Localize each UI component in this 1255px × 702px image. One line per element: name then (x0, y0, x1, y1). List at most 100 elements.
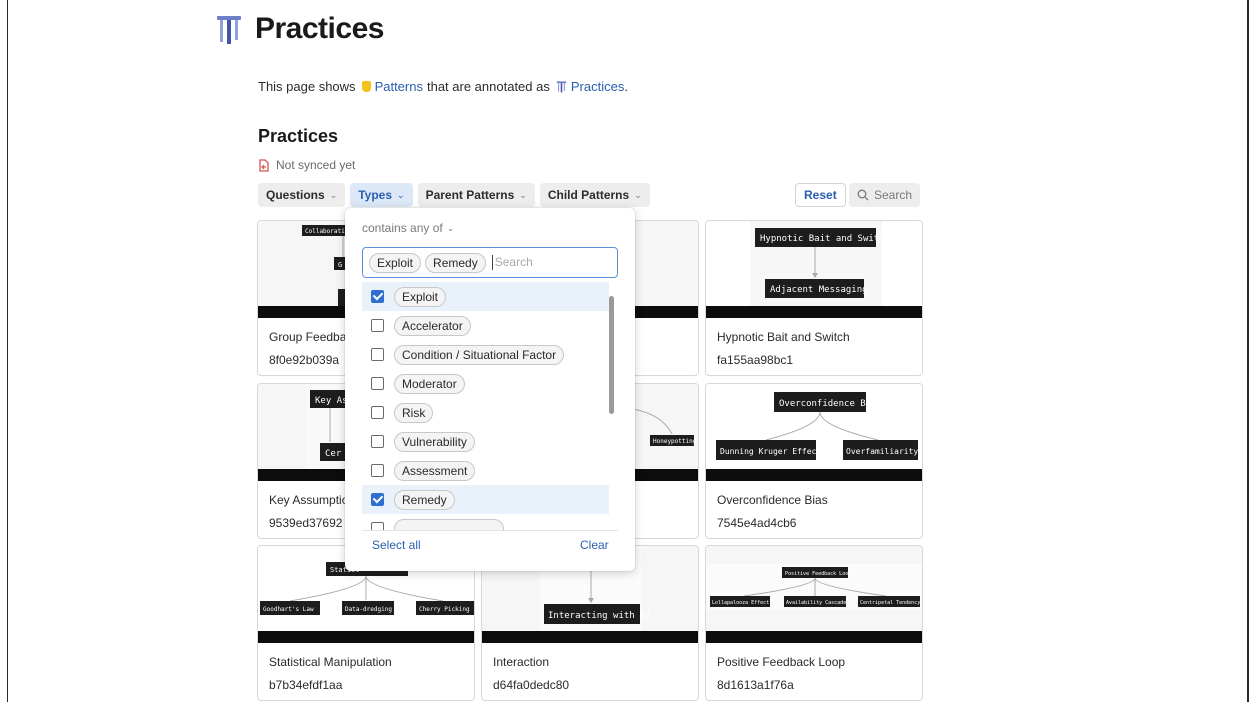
selected-pill[interactable]: Exploit (369, 252, 422, 273)
card-thumbnail-bar (258, 631, 474, 643)
card-thumbnail: Overconfidence Bias Dunning Kruger Effec… (706, 384, 922, 469)
sync-status-label: Not synced yet (276, 158, 356, 172)
svg-text:Honeypotting: Honeypotting (653, 438, 697, 445)
filter-types[interactable]: Types ⌄ (350, 183, 413, 207)
intro-middle: that are annotated as (426, 79, 550, 94)
svg-text:Lollapalooza Effect: Lollapalooza Effect (712, 600, 769, 606)
card-title: Positive Feedback Loop (717, 655, 846, 669)
option-label: Exploit (394, 286, 447, 307)
option-risk[interactable]: Risk (362, 398, 609, 427)
svg-text:Overfamiliarity: Overfamiliarity (846, 447, 918, 456)
types-search-input[interactable]: Exploit Remedy Search (362, 247, 618, 278)
checkbox[interactable] (371, 493, 384, 506)
option-label: Condition / Situational Factor (394, 344, 565, 365)
option-moderator[interactable]: Moderator (362, 369, 609, 398)
option-label: Assessment (394, 460, 476, 481)
page-title: Practices (255, 12, 384, 45)
card-id: 8d1613a1f76a (717, 678, 794, 692)
filter-questions[interactable]: Questions ⌄ (258, 183, 346, 207)
chevron-down-icon: ⌄ (519, 189, 527, 200)
practice-icon (556, 81, 567, 93)
practice-icon (217, 16, 241, 44)
svg-text:Dunning Kruger Effect: Dunning Kruger Effect (720, 447, 821, 456)
svg-text:Interacting with AI: Interacting with AI (548, 611, 651, 621)
chevron-down-icon: ⌄ (446, 222, 455, 233)
card-title: Key Assumptio (269, 493, 349, 507)
page-header: Practices (215, 12, 384, 46)
practices-link[interactable]: Practices (571, 79, 624, 94)
filter-label: Types (358, 188, 393, 202)
card-id: d64fa0dedc80 (493, 678, 570, 692)
card-id: b7b34efdf1aa (269, 678, 343, 692)
filter-bar: Questions ⌄ Types ⌄ Parent Patterns ⌄ Ch… (258, 183, 650, 207)
clear-button[interactable]: Clear (580, 538, 609, 552)
pattern-tag-icon (361, 81, 371, 92)
card-thumbnail: Positive Feedback Loop Lollapalooza Effe… (706, 546, 922, 631)
card-title: Hypnotic Bait and Switch (717, 330, 850, 344)
option-label: Remedy (394, 489, 455, 510)
card-thumbnail-bar (706, 469, 922, 481)
card-title: Group Feedba (269, 330, 347, 344)
svg-text:Goodhart's Law: Goodhart's Law (263, 606, 314, 613)
checkbox[interactable] (371, 464, 384, 477)
chevron-down-icon: ⌄ (329, 189, 338, 200)
card-id: 8f0e92b039a (269, 353, 340, 367)
window-border-right (1247, 0, 1249, 702)
filter-label: Parent Patterns (425, 188, 515, 202)
checkbox[interactable] (371, 348, 384, 361)
match-mode-label: contains any of (362, 221, 443, 235)
svg-text:Cherry Picking: Cherry Picking (419, 606, 470, 613)
card-thumbnail: Hypnotic Bait and Switch Adjacent Messag… (706, 221, 922, 306)
types-filter-dropdown: contains any of ⌄ Exploit Remedy Search … (345, 208, 635, 571)
option-label: Moderator (394, 373, 465, 394)
search-placeholder: Search (491, 255, 533, 270)
intro-text: This page shows Patterns that are annota… (258, 79, 628, 94)
reset-button[interactable]: Reset (795, 183, 846, 207)
select-all-button[interactable]: Select all (372, 538, 421, 552)
pattern-card[interactable]: Hypnotic Bait and Switch Adjacent Messag… (705, 220, 923, 376)
intro-prefix: This page shows (258, 79, 356, 94)
option-label: Accelerator (394, 315, 471, 336)
divider (362, 530, 618, 531)
svg-text:Hypnotic Bait and Switch: Hypnotic Bait and Switch (760, 234, 890, 244)
option-label (394, 518, 504, 530)
search-button[interactable]: Search (849, 183, 921, 207)
card-id: fa155aa98bc1 (717, 353, 794, 367)
pattern-card[interactable]: Overconfidence Bias Dunning Kruger Effec… (705, 383, 923, 539)
checkbox[interactable] (371, 319, 384, 332)
option-exploit[interactable]: Exploit (362, 282, 609, 311)
option-label: Vulnerability (394, 431, 475, 452)
filter-parent-patterns[interactable]: Parent Patterns ⌄ (417, 183, 535, 207)
option-vulnerability[interactable]: Vulnerability (362, 427, 609, 456)
filter-child-patterns[interactable]: Child Patterns ⌄ (539, 183, 650, 207)
card-thumbnail-bar (706, 306, 922, 318)
checkbox[interactable] (371, 406, 384, 419)
card-id: 7545e4ad4cb6 (717, 516, 797, 530)
option-accelerator[interactable]: Accelerator (362, 311, 609, 340)
checkbox[interactable] (371, 522, 384, 530)
option-condition[interactable]: Condition / Situational Factor (362, 340, 609, 369)
match-mode-select[interactable]: contains any of ⌄ (362, 221, 454, 235)
svg-text:Key As: Key As (315, 396, 348, 406)
card-thumbnail-bar (482, 631, 698, 643)
section-title: Practices (258, 126, 339, 146)
chevron-down-icon: ⌄ (397, 189, 405, 200)
pattern-card[interactable]: Positive Feedback Loop Lollapalooza Effe… (705, 545, 923, 701)
option-remedy[interactable]: Remedy (362, 485, 609, 514)
svg-text:G: G (338, 261, 342, 269)
option-partial[interactable] (362, 514, 609, 530)
options-list: Exploit Accelerator Condition / Situatio… (362, 282, 609, 530)
svg-text:Availability Cascade: Availability Cascade (786, 600, 846, 606)
option-assessment[interactable]: Assessment (362, 456, 609, 485)
selected-pill[interactable]: Remedy (425, 252, 486, 273)
checkbox[interactable] (371, 290, 384, 303)
svg-text:Centripetal Tendency: Centripetal Tendency (860, 600, 920, 606)
card-id: 9539ed37692 (269, 516, 343, 530)
option-label: Risk (394, 402, 434, 423)
checkbox[interactable] (371, 377, 384, 390)
checkbox[interactable] (371, 435, 384, 448)
intro-suffix: . (624, 79, 628, 94)
patterns-link[interactable]: Patterns (375, 79, 423, 94)
options-scrollbar[interactable] (609, 296, 614, 414)
card-title: Overconfidence Bias (717, 493, 828, 507)
